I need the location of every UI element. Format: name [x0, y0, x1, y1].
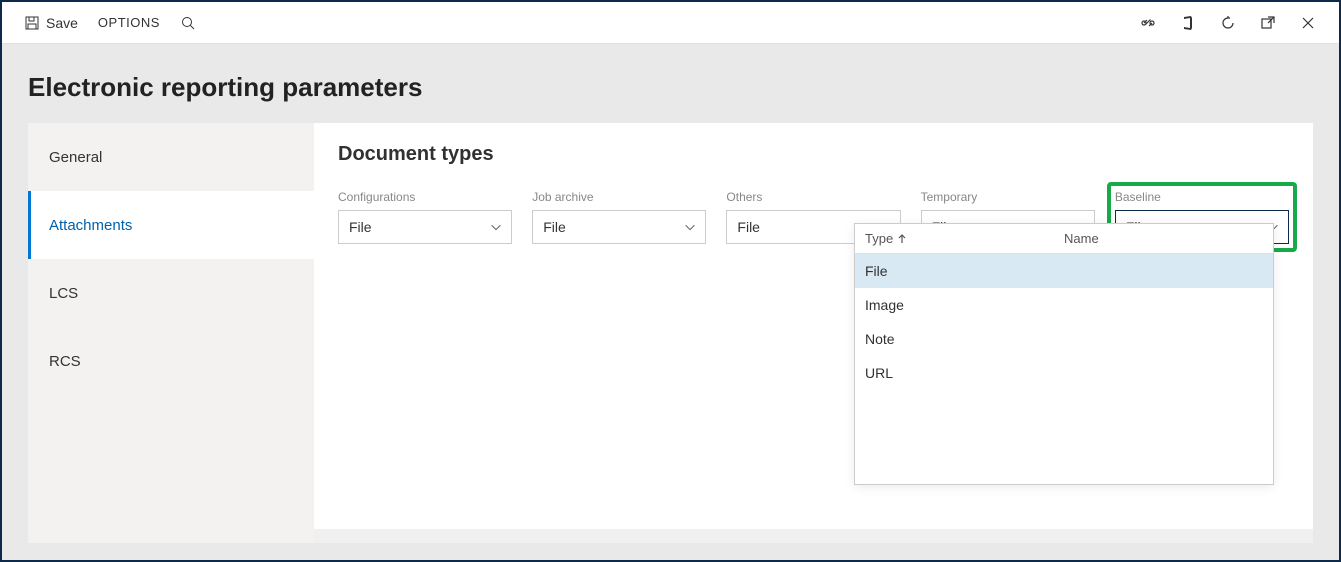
office-icon-button[interactable] [1175, 10, 1201, 36]
panel: General Attachments LCS RCS Document typ… [28, 123, 1313, 543]
flyout-header: Type Name [855, 224, 1273, 254]
command-bar: Save OPTIONS [2, 2, 1339, 44]
flyout-list: File Image Note URL [855, 254, 1273, 484]
sidebar: General Attachments LCS RCS [28, 123, 314, 543]
save-button[interactable]: Save [14, 2, 88, 43]
combo-value: File [737, 219, 760, 235]
open-new-button[interactable] [1255, 10, 1281, 36]
horizontal-scrollbar[interactable] [314, 529, 1313, 543]
flyout-row-label: File [865, 263, 888, 279]
field-label: Job archive [532, 190, 706, 204]
close-button[interactable] [1295, 10, 1321, 36]
combo-job-archive[interactable]: File [532, 210, 706, 244]
page-body: Electronic reporting parameters General … [2, 44, 1339, 543]
tab-label: RCS [49, 353, 81, 370]
tab-label: LCS [49, 285, 78, 302]
content-area: Document types Configurations File Job a… [314, 123, 1313, 543]
content-title: Document types [338, 143, 1289, 166]
flyout-col-type[interactable]: Type [855, 231, 1064, 246]
office-icon [1180, 15, 1196, 31]
flyout-row-note[interactable]: Note [855, 322, 1273, 356]
refresh-button[interactable] [1215, 10, 1241, 36]
field-label: Configurations [338, 190, 512, 204]
tab-label: Attachments [49, 217, 132, 234]
flyout-row-label: URL [865, 365, 893, 381]
save-icon [24, 15, 40, 31]
chevron-down-icon [683, 220, 697, 234]
page-title: Electronic reporting parameters [28, 72, 1313, 103]
tab-lcs[interactable]: LCS [28, 259, 314, 327]
combo-value: File [543, 219, 566, 235]
options-button[interactable]: OPTIONS [88, 2, 170, 43]
tab-rcs[interactable]: RCS [28, 327, 314, 395]
open-new-icon [1260, 15, 1276, 31]
flyout-col-name[interactable]: Name [1064, 231, 1273, 246]
chevron-down-icon [489, 220, 503, 234]
field-label: Others [726, 190, 900, 204]
combo-value: File [349, 219, 372, 235]
flyout-row-label: Note [865, 331, 895, 347]
flyout-row-url[interactable]: URL [855, 356, 1273, 390]
col-name-label: Name [1064, 231, 1099, 246]
tab-attachments[interactable]: Attachments [28, 191, 314, 259]
sort-asc-icon [897, 234, 907, 244]
save-label: Save [46, 15, 78, 31]
combo-configurations[interactable]: File [338, 210, 512, 244]
field-label: Baseline [1115, 190, 1289, 204]
toolbar-right [1135, 10, 1327, 36]
field-configurations: Configurations File [338, 190, 512, 244]
dropdown-flyout: Type Name File Image [854, 223, 1274, 485]
refresh-icon [1220, 15, 1236, 31]
field-label: Temporary [921, 190, 1095, 204]
link-icon [1140, 15, 1156, 31]
flyout-row-image[interactable]: Image [855, 288, 1273, 322]
global-search-button[interactable] [170, 2, 206, 43]
tab-general[interactable]: General [28, 123, 314, 191]
attachments-icon-button[interactable] [1135, 10, 1161, 36]
tab-label: General [49, 149, 102, 166]
flyout-row-file[interactable]: File [855, 254, 1273, 288]
close-icon [1300, 15, 1316, 31]
col-type-label: Type [865, 231, 893, 246]
field-job-archive: Job archive File [532, 190, 706, 244]
options-label: OPTIONS [98, 15, 160, 30]
search-icon [180, 15, 196, 31]
flyout-row-label: Image [865, 297, 904, 313]
